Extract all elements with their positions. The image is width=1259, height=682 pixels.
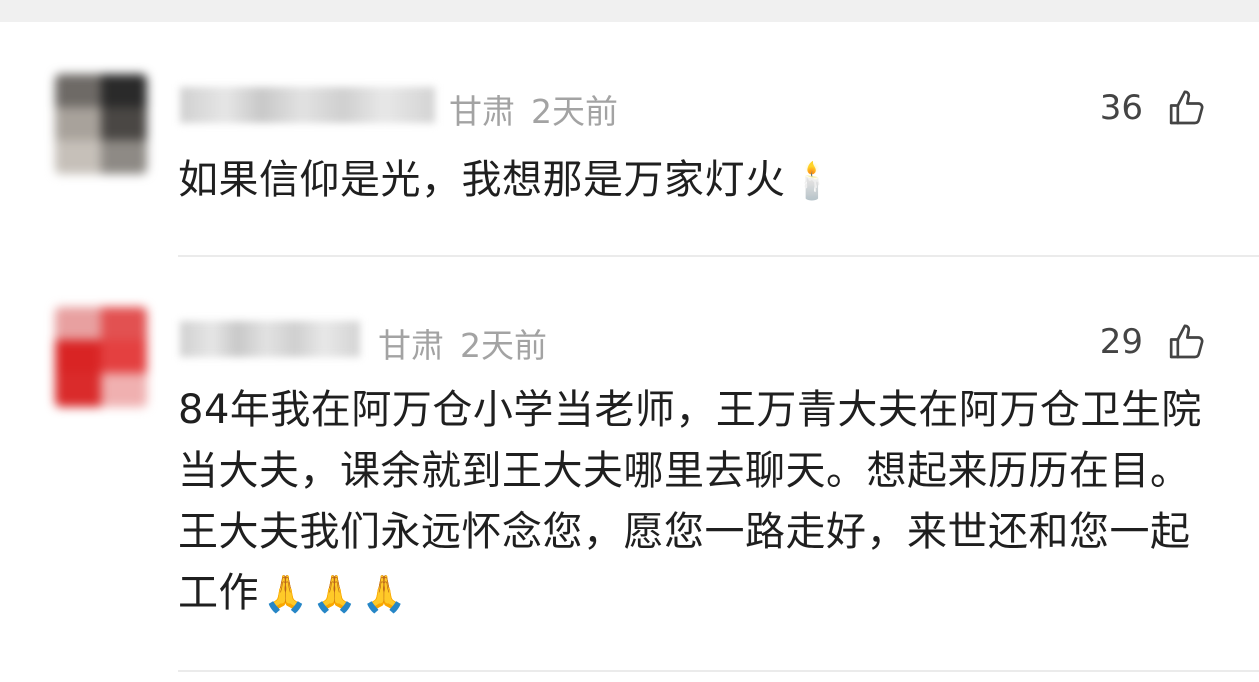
comment-text-content: 如果信仰是光，我想那是万家灯火 — [178, 157, 786, 203]
thumbs-up-icon — [1169, 324, 1204, 359]
avatar[interactable] — [55, 74, 147, 174]
like-button[interactable]: 36 — [1100, 88, 1207, 128]
comment-meta: 甘肃 2天前 — [449, 85, 618, 133]
comment-time: 2天前 — [460, 326, 547, 365]
pray-emoji: 🙏 — [361, 574, 407, 615]
username-redacted[interactable] — [180, 321, 360, 357]
like-count: 29 — [1099, 322, 1143, 362]
pray-emoji: 🙏 — [263, 574, 309, 615]
comment-time: 2天前 — [531, 92, 618, 131]
top-bar — [0, 0, 1259, 22]
comment-meta: 甘肃 2天前 — [378, 319, 547, 367]
pray-emoji: 🙏 — [312, 574, 358, 615]
comment-location: 甘肃 — [449, 92, 515, 131]
like-button[interactable]: 29 — [1100, 322, 1207, 362]
divider — [178, 670, 1259, 672]
comment-text: 84年我在阿万仓小学当老师，王万青大夫在阿万仓卫生院当大夫，课余就到王大夫哪里去… — [178, 380, 1218, 625]
divider — [178, 255, 1259, 257]
avatar[interactable] — [55, 307, 147, 407]
thumbs-up-icon — [1169, 90, 1204, 125]
candle-emoji: 🕯️ — [789, 161, 835, 202]
username-redacted[interactable] — [180, 87, 435, 123]
comment-location: 甘肃 — [378, 326, 444, 365]
comment-text: 如果信仰是光，我想那是万家灯火 🕯️ — [178, 150, 1218, 212]
like-count: 36 — [1099, 88, 1143, 128]
